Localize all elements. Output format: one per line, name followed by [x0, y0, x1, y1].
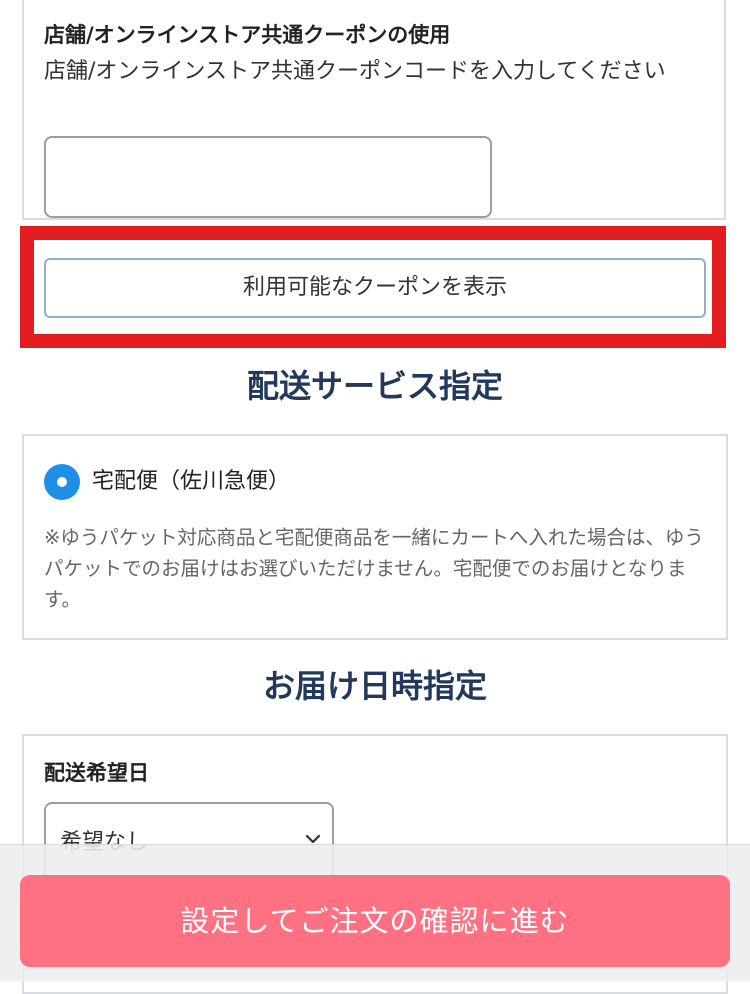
show-available-coupons-button[interactable]: 利用可能なクーポンを表示: [44, 258, 706, 318]
coupon-code-input[interactable]: [44, 136, 492, 218]
delivery-date-label: 配送希望日: [44, 761, 149, 785]
proceed-to-confirm-button[interactable]: 設定してご注文の確認に進む: [20, 875, 730, 967]
delivery-datetime-heading: お届け日時指定: [262, 667, 487, 705]
delivery-option-label[interactable]: 宅配便（佐川急便）: [92, 466, 290, 498]
coupon-title: 店舗/オンラインストア共通クーポンの使用: [44, 23, 451, 47]
radio-selected-icon[interactable]: [44, 464, 80, 500]
delivery-service-heading: 配送サービス指定: [246, 367, 503, 405]
delivery-note: ※ゆうパケット対応商品と宅配便商品を一緒にカートへ入れた場合は、ゆうパケットでの…: [44, 526, 704, 611]
coupon-description: 店舗/オンラインストア共通クーポンコードを入力してください: [44, 59, 666, 84]
